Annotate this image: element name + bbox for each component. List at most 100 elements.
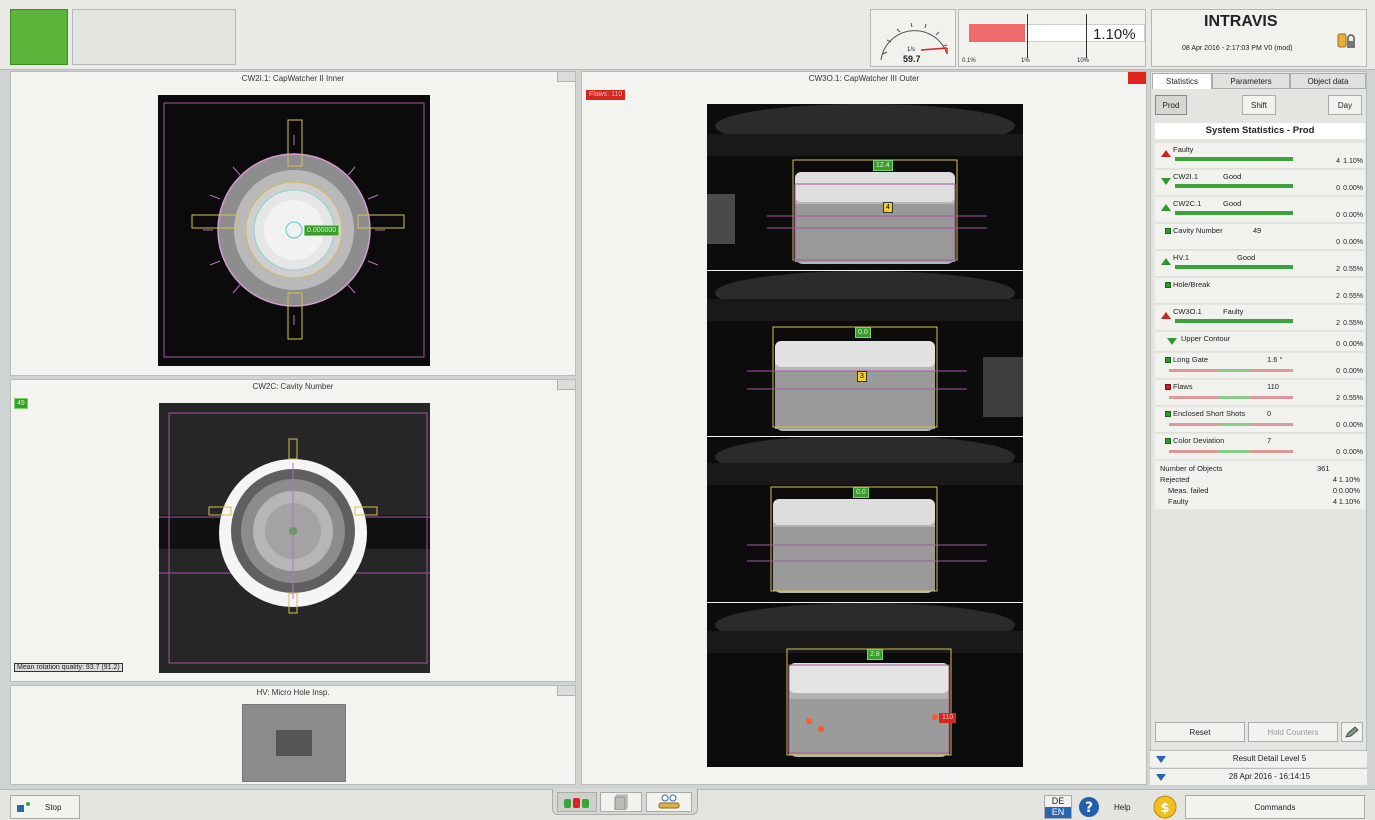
panel-inner-title: CW2I.1: CapWatcher II Inner <box>241 74 345 83</box>
detail-level-row[interactable]: Result Detail Level 5 <box>1150 750 1367 767</box>
inner-camera-view: 0.000000 <box>158 95 430 366</box>
panel-hv-title: HV: Micro Hole Insp. <box>256 688 330 697</box>
svg-text:?: ? <box>1085 800 1093 816</box>
status-square-icon <box>1165 411 1171 417</box>
outer-camera-view-2: 0.0 3 <box>707 271 1023 436</box>
language-switch[interactable]: DE EN <box>1044 795 1072 819</box>
header-datetime: 08 Apr 2016 - 2:17:03 PM V0 (mod) <box>1182 45 1293 52</box>
panel-hv-corner[interactable] <box>557 686 575 696</box>
stat-row-hole-break[interactable]: Hole/Break 2 0.55% <box>1155 278 1365 304</box>
stat-row-long-gate[interactable]: Long Gate 1.6 ° 0 0.00% <box>1155 353 1365 379</box>
chevron-down-icon[interactable] <box>1156 774 1166 781</box>
hv-camera-view <box>242 704 346 782</box>
svg-text:$: $ <box>1160 801 1169 816</box>
outer-view-3-top-tag: 0.0 <box>853 487 869 498</box>
reject-rate-meter: 1.10% 0.1% 1% 10% <box>958 9 1146 67</box>
arrow-down-icon <box>1161 178 1171 185</box>
stat-row-upper-contour[interactable]: Upper Contour 0 0.00% <box>1155 332 1365 352</box>
commands-button[interactable]: Commands <box>1185 795 1365 819</box>
status-lights-icon <box>564 798 589 808</box>
outer-view-4-flaw-tag: 110 <box>939 713 957 723</box>
gauge-unit: 1/s <box>907 47 916 53</box>
arrow-down-icon <box>1167 338 1177 345</box>
reject-rate-fill <box>969 24 1025 42</box>
period-prod-button[interactable]: Prod <box>1155 95 1187 115</box>
tab-statistics[interactable]: Statistics <box>1152 73 1212 89</box>
coin-icon[interactable]: $ <box>1153 795 1179 819</box>
stat-row-cw2i[interactable]: CW2I.1 Good 0 0.00% <box>1155 170 1365 196</box>
rotation-quality-label: Mean rotation quality: 93.7 (91.2) <box>14 663 123 672</box>
help-icon: ? <box>1079 797 1099 817</box>
status-square-icon <box>1165 282 1171 288</box>
panel-outer-title: CW3O.1: CapWatcher III Outer <box>808 74 920 83</box>
speed-gauge: 1/s 59.7 <box>870 9 956 67</box>
arrow-up-icon <box>1161 150 1171 157</box>
panel-cavity-corner[interactable] <box>557 380 575 390</box>
arrow-up-icon <box>1161 204 1171 211</box>
arrow-up-icon <box>1161 258 1171 265</box>
stat-row-color-deviation[interactable]: Color Deviation 7 0 0.00% <box>1155 434 1365 460</box>
stat-row-faulty[interactable]: Faulty 4 1.10% <box>1155 143 1365 169</box>
edit-icon[interactable] <box>1341 722 1363 742</box>
summary-faulty: Faulty 4 1.10% <box>1168 497 1360 506</box>
stats-title: System Statistics - Prod <box>1155 123 1365 139</box>
summary-objects: Number of Objects 361 <box>1160 464 1330 473</box>
stop-icon <box>17 802 30 812</box>
help-button[interactable]: ? Help <box>1075 795 1147 819</box>
brand-logo: INTRAVIS <box>1204 13 1278 30</box>
chevron-down-icon[interactable] <box>1156 756 1166 763</box>
panel-inner-corner[interactable] <box>557 72 575 82</box>
reject-rate-value: 1.10% <box>1093 26 1136 43</box>
detail-date-label: 28 Apr 2016 - 16:14:15 <box>1228 772 1311 781</box>
arrow-up-icon <box>1161 312 1171 319</box>
reject-scale-low: 0.1% <box>962 58 976 64</box>
outer-view-2-top-tag: 0.0 <box>855 327 871 338</box>
inner-measurement-tag: 0.000000 <box>304 225 340 236</box>
outer-view-4-top-tag: 2.8 <box>867 649 883 660</box>
outer-view-1-top-tag: 12.4 <box>873 160 893 171</box>
stop-button[interactable]: Stop <box>10 795 80 819</box>
status-square-icon <box>1165 228 1171 234</box>
stat-row-hv[interactable]: HV.1 Good 2 0.55% <box>1155 251 1365 277</box>
outer-view-2-mid-tag: 3 <box>857 371 867 382</box>
stat-row-cavity-number[interactable]: Cavity Number 49 0 0.00% <box>1155 224 1365 250</box>
outer-flaws-tag: Flaws: 110 <box>586 90 626 100</box>
detail-date-row[interactable]: 28 Apr 2016 - 16:14:15 <box>1150 768 1367 785</box>
users-view-button[interactable] <box>646 792 692 812</box>
pages-view-button[interactable] <box>600 792 642 812</box>
status-square-icon <box>1165 357 1171 363</box>
tab-parameters[interactable]: Parameters <box>1212 73 1290 89</box>
reject-scale-high: 10% <box>1077 58 1090 64</box>
stat-row-flaws[interactable]: Flaws 110 2 0.55% <box>1155 380 1365 406</box>
tab-object-data[interactable]: Object data <box>1290 73 1366 89</box>
outer-view-1-mid-tag: 4 <box>883 202 893 213</box>
status-square-icon <box>1165 384 1171 390</box>
panel-inner: CW2I.1: CapWatcher II Inner 0.000000 <box>10 71 576 376</box>
reset-button[interactable]: Reset <box>1155 722 1245 742</box>
traffic-light-view-button[interactable] <box>557 792 597 812</box>
hold-counters-button[interactable]: Hold Counters <box>1248 722 1338 742</box>
reject-scale-mid: 1% <box>1021 58 1030 64</box>
stat-row-cw3o[interactable]: CW3O.1 Faulty 2 0.55% <box>1155 305 1365 331</box>
outer-camera-view-4: 2.8 110 <box>707 603 1023 767</box>
cavity-camera-view <box>159 403 430 673</box>
outer-camera-view-1: 12.4 4 <box>707 104 1023 270</box>
panel-cavity: CW2C: Cavity Number 49 Mean rotation qua… <box>10 379 576 682</box>
stat-row-cw2c[interactable]: CW2C.1 Good 0 0.00% <box>1155 197 1365 223</box>
stat-row-enclosed-short-shots[interactable]: Enclosed Short Shots 0 0 0.00% <box>1155 407 1365 433</box>
pages-icon <box>614 794 628 810</box>
panel-hv: HV: Micro Hole Insp. <box>10 685 576 785</box>
outer-alarm-flag <box>1128 72 1146 84</box>
cavity-number-tag: 49 <box>14 398 28 409</box>
status-indicator <box>10 9 68 65</box>
period-day-button[interactable]: Day <box>1328 95 1362 115</box>
detail-level-label: Result Detail Level 5 <box>1232 754 1307 763</box>
panel-outer: CW3O.1: CapWatcher III Outer Flaws: 110 … <box>581 71 1147 785</box>
user-lock-icon[interactable] <box>1336 30 1358 52</box>
message-area <box>72 9 236 65</box>
summary-rejected: Rejected 4 1.10% <box>1160 475 1360 484</box>
summary-meas-failed: Meas. failed 0 0.00% <box>1168 486 1360 495</box>
gauge-value: 59.7 <box>903 54 921 64</box>
brand-box: INTRAVIS 08 Apr 2016 - 2:17:03 PM V0 (mo… <box>1151 9 1367 67</box>
period-shift-button[interactable]: Shift <box>1242 95 1276 115</box>
